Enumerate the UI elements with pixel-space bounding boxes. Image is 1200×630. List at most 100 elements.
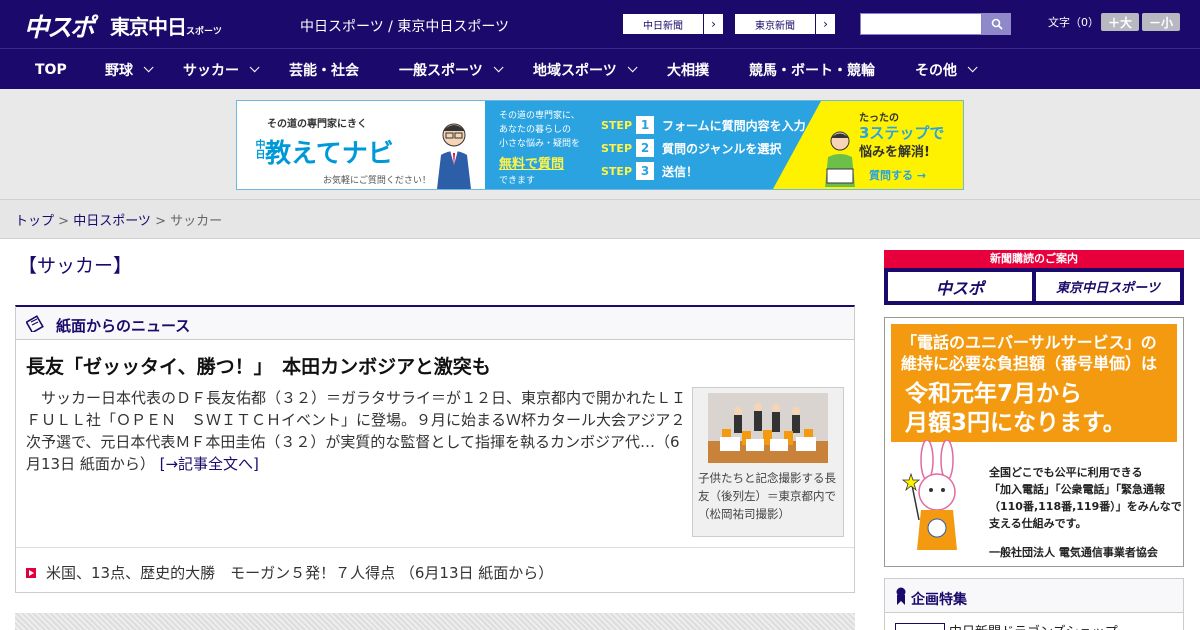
feature-header: 企画特集 [885, 579, 1183, 613]
font-size-label: 文字（0） [1048, 16, 1099, 29]
feature-section: 企画特集 中日新聞ドラゴンズショップ [884, 578, 1184, 630]
ad-right-headline: 3ステップで [859, 124, 945, 142]
article-photo[interactable] [708, 393, 828, 463]
ribbon-icon [896, 587, 906, 605]
chunichi-shimbun-button[interactable]: 中日新聞 › [622, 13, 724, 35]
font-smaller-button[interactable]: －小 [1142, 13, 1180, 31]
nav-label: 競馬・ボート・競輪 [749, 62, 875, 79]
nav-item-baseball[interactable]: 野球 [105, 49, 154, 90]
nav-item-soccer[interactable]: サッカー [183, 49, 260, 90]
search-button[interactable] [982, 13, 1011, 35]
photo-caption: 子供たちと記念撮影する長友（後列左）＝東京都内で（松岡祐司撮影） [698, 471, 836, 521]
usf-line2a: 令和元年7月から [905, 381, 1083, 407]
ad-step: STEP 3 送信！ [601, 162, 698, 180]
tokyo-chunichi-logo-small: スポーツ [186, 27, 222, 37]
article-photo-box: 子供たちと記念撮影する長友（後列左）＝東京都内で（松岡祐司撮影） [692, 387, 844, 537]
usf-line2b: 月額3円になります。 [905, 410, 1126, 436]
bunny-mascot-illustration [901, 440, 957, 550]
breadcrumb-chunichi-link[interactable]: 中日スポーツ [73, 214, 151, 229]
news-list-item[interactable]: 米国、13点、歴史的大勝 モーガン５発！７人得点 （6月13日 紙面から） [26, 562, 553, 583]
bullet-arrow-icon [26, 567, 36, 578]
article-headline[interactable]: 長友「ゼッッタイ、勝つ！」 本田カンボジアと激突も [26, 352, 491, 379]
newspaper-icon [26, 315, 44, 332]
article-body: サッカー日本代表のＤＦ長友佑都（３２）＝ガラタサライ＝が１２日、東京都内で開かれ… [26, 389, 687, 473]
step-label: STEP [601, 141, 633, 155]
universal-service-ad[interactable]: 「電話のユニバーサルサービス」の維持に必要な負担額（番号単価）は 令和元年7月か… [884, 317, 1184, 567]
feature-item[interactable]: 中日新聞ドラゴンズショップ [949, 621, 1118, 630]
chevron-down-icon [143, 62, 154, 73]
step-label: STEP [601, 164, 633, 178]
step-text: 質問のジャンルを選択 [662, 141, 782, 156]
news-list-item-text: 米国、13点、歴史的大勝 モーガン５発！７人得点 （6月13日 紙面から） [46, 564, 554, 582]
usf-line1: 「電話のユニバーサルサービス」の維持に必要な負担額（番号単価）は [901, 333, 1158, 373]
site-links[interactable]: 中日スポーツ / 東京中日スポーツ [300, 16, 509, 36]
usf-line2: 令和元年7月から 月額3円になります。 [905, 380, 1126, 438]
news-section-header: 紙面からのニュース [16, 307, 854, 340]
ad-desc: その道の専門家に、 あなたの暮らしの 小さな悩み・疑問を [499, 109, 580, 151]
ad-right-subline: 悩みを解消! [859, 145, 930, 160]
subscription-title: 新聞購読のご案内 [884, 250, 1184, 268]
chevron-right-icon: › [703, 14, 723, 34]
chevron-down-icon [249, 62, 260, 73]
usf-header: 「電話のユニバーサルサービス」の維持に必要な負担額（番号単価）は 令和元年7月か… [891, 324, 1177, 442]
ad-brand: 教えてナビ [265, 139, 394, 169]
nav-item-racing[interactable]: 競馬・ボート・競輪 [749, 49, 875, 90]
feature-thumbnail[interactable] [895, 623, 945, 630]
chuspo-subscribe-button[interactable]: 中スポ [888, 272, 1032, 301]
step-number: 1 [636, 116, 655, 134]
usf-info-line: 支える仕組みです。 [989, 517, 1087, 530]
tokyo-chunichi-subscribe-button[interactable]: 東京中日スポーツ [1036, 272, 1180, 301]
usf-info: 全国どこでも公平に利用できる 「加入電話」「公衆電話」「緊急通報 （110番,1… [989, 464, 1182, 532]
breadcrumb: トップ > 中日スポーツ > サッカー [15, 210, 222, 229]
main-nav: TOP 野球 サッカー 芸能・社会 一般スポーツ 地域スポーツ 大相撲 競馬・ボ… [0, 48, 1200, 89]
ad-left-panel: その道の専門家にきく 中日 教えてナビ お気軽にご質問ください！ [237, 101, 485, 189]
breadcrumb-top-link[interactable]: トップ [15, 214, 54, 229]
nav-item-local-sports[interactable]: 地域スポーツ [533, 49, 638, 90]
font-larger-button[interactable]: ＋大 [1101, 13, 1139, 31]
breadcrumb-current: サッカー [170, 214, 223, 229]
ad-desc-line: あなたの暮らしの [499, 125, 572, 135]
tokyo-chunichi-logo-text: 東京中日 [110, 15, 187, 39]
nav-label: 芸能・社会 [289, 62, 359, 79]
ad-can-label: できます [499, 176, 536, 186]
tokyo-shimbun-label: 東京新聞 [755, 20, 795, 32]
read-more-link[interactable]: [→記事全文へ] [160, 455, 259, 473]
page-title: 【サッカー】 [18, 255, 133, 277]
usf-organization: 一般社団法人 電気通信事業者協会 [989, 546, 1158, 559]
nav-item-sumo[interactable]: 大相撲 [667, 49, 709, 90]
chuspo-logo[interactable]: 中スポ [24, 8, 95, 44]
nav-label: サッカー [183, 62, 239, 79]
nav-item-other[interactable]: その他 [915, 49, 978, 90]
nav-item-top[interactable]: TOP [35, 49, 67, 90]
oshiete-navi-ad[interactable]: その道の専門家にきく 中日 教えてナビ お気軽にご質問ください！ その道の専門家… [236, 100, 964, 190]
tokyo-chunichi-logo[interactable]: 東京中日スポーツ [110, 11, 222, 40]
divider [16, 547, 854, 548]
expert-illustration [437, 123, 471, 189]
chevron-down-icon [967, 62, 978, 73]
step-text: 送信！ [662, 164, 699, 179]
breadcrumb-separator: > [54, 214, 74, 229]
usf-info-line: 「加入電話」「公衆電話」「緊急通報 [989, 483, 1165, 496]
nav-label: 大相撲 [667, 62, 709, 79]
ad-tagline: その道の専門家にきく [267, 119, 367, 130]
article-summary: サッカー日本代表のＤＦ長友佑都（３２）＝ガラタサライ＝が１２日、東京都内で開かれ… [26, 387, 686, 475]
step-label: STEP [601, 118, 633, 132]
usf-info-line: 全国どこでも公平に利用できる [989, 466, 1143, 479]
ad-desc-line: 小さな悩み・疑問を [499, 139, 581, 149]
news-section: 紙面からのニュース 長友「ゼッッタイ、勝つ！」 本田カンボジアと激突も サッカー… [15, 305, 855, 593]
usf-info-line: （110番,118番,119番）」をみんなで [989, 500, 1182, 513]
ad-band: その道の専門家にきく 中日 教えてナビ お気軽にご質問ください！ その道の専門家… [0, 89, 1200, 200]
ad-question-button[interactable]: 質問する → [869, 167, 926, 183]
nav-item-general-sports[interactable]: 一般スポーツ [399, 49, 504, 90]
subscription-banner[interactable]: 新聞購読のご案内 中スポ 東京中日スポーツ [884, 250, 1184, 305]
nav-item-entertainment[interactable]: 芸能・社会 [289, 49, 359, 90]
step-number: 3 [636, 162, 655, 180]
main-content: 【サッカー】 紙面からのニュース 長友「ゼッッタイ、勝つ！」 本田カンボジアと激… [0, 239, 1200, 630]
chevron-down-icon [627, 62, 638, 73]
nav-label: その他 [915, 62, 957, 79]
search-input[interactable] [860, 13, 982, 35]
step-text: フォームに質問内容を入力 [662, 118, 806, 133]
tokyo-shimbun-button[interactable]: 東京新聞 › [734, 13, 836, 35]
nav-label: 野球 [105, 62, 133, 79]
ad-step: STEP 1 フォームに質問内容を入力 [601, 116, 806, 134]
